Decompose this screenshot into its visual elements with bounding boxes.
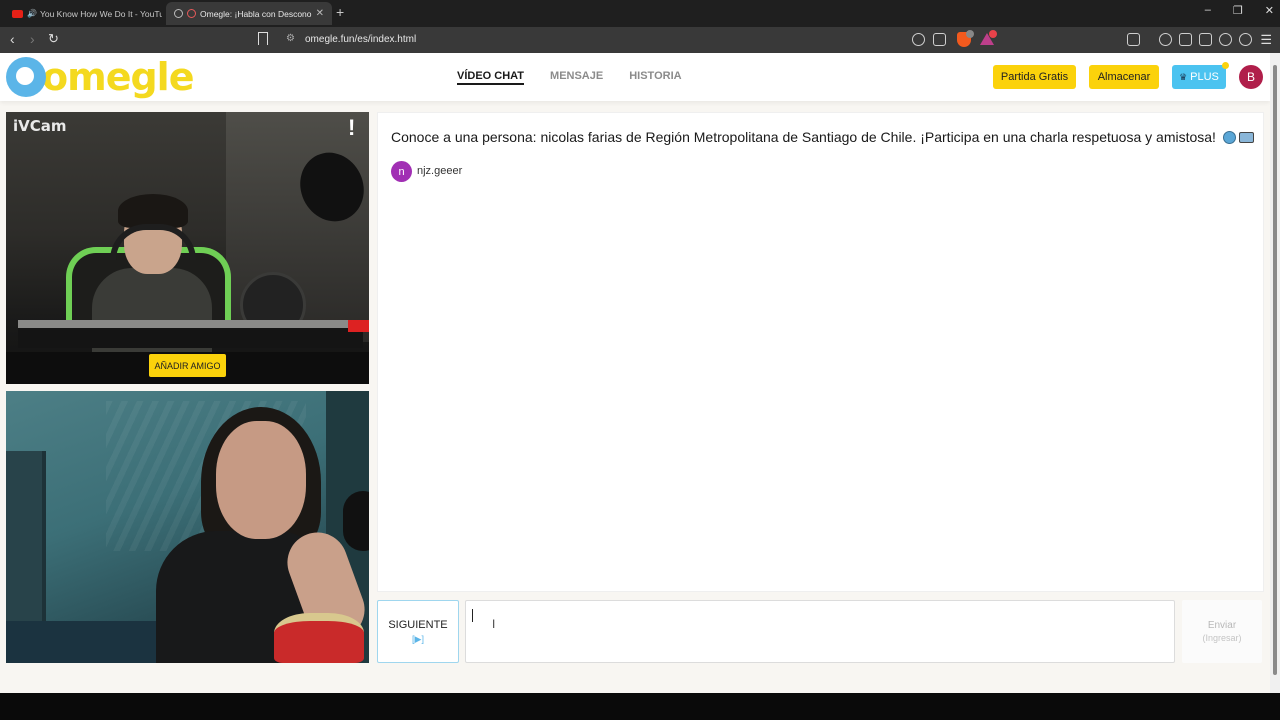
reload-icon[interactable]: ↻ (48, 31, 59, 47)
next-button[interactable]: SIGUIENTE [▶] (377, 600, 459, 663)
logo-text: omegle (42, 55, 194, 99)
camera-watermark: iVCam (13, 117, 67, 135)
media-icon[interactable] (1159, 33, 1172, 46)
screenshot-icon[interactable] (1127, 33, 1140, 46)
new-tab-button[interactable]: + (336, 4, 344, 20)
forward-icon[interactable]: › (30, 31, 35, 47)
plus-button[interactable]: ♛ PLUS (1172, 62, 1229, 89)
wallet-icon[interactable] (1199, 33, 1212, 46)
address-bar-row: ‹ › ↻ ⚙ omegle.fun/es/index.html ☰ (0, 27, 1280, 53)
nav-video-chat[interactable]: VÍDEO CHAT (457, 70, 525, 85)
window-controls: – ❐ ✕ (1205, 4, 1274, 17)
text-caret (472, 609, 473, 622)
browser-tab-omegle[interactable]: Omegle: ¡Habla con Descono ✕ (166, 2, 332, 25)
send-key-hint: (Ingresar) (1202, 633, 1242, 643)
youtube-icon (12, 9, 23, 18)
site-logo[interactable]: omegle (6, 55, 194, 99)
video-can (274, 613, 364, 663)
page: omegle VÍDEO CHAT MENSAJE HISTORIA Parti… (0, 53, 1270, 693)
close-tab-icon[interactable]: ✕ (316, 8, 324, 19)
back-icon[interactable]: ‹ (10, 31, 15, 47)
mouse-cursor: I (492, 617, 496, 631)
tab-title: You Know How We Do It - YouTu (39, 8, 162, 19)
chat-intro-text: Conoce a una persona: nicolas farias de … (391, 129, 1216, 145)
message-input[interactable] (465, 600, 1175, 663)
minimize-button[interactable]: – (1205, 4, 1211, 17)
restore-button[interactable]: ❐ (1233, 4, 1243, 17)
next-key-hint: [▶] (412, 633, 424, 644)
speaker-icon[interactable]: 🔊 (27, 9, 37, 18)
free-match-button[interactable]: Partida Gratis (993, 65, 1076, 89)
site-header: omegle VÍDEO CHAT MENSAJE HISTORIA Parti… (0, 53, 1270, 101)
nav-mensaje[interactable]: MENSAJE (550, 70, 603, 85)
globe-icon (1222, 131, 1236, 144)
share-icon[interactable] (933, 33, 946, 46)
self-video (6, 391, 369, 663)
user-avatar[interactable]: B (1239, 65, 1263, 89)
send-label: Enviar (1207, 620, 1237, 631)
scrollbar-thumb[interactable] (1273, 65, 1277, 675)
crown-icon: ♛ (1179, 71, 1188, 82)
leo-ai-icon[interactable] (1219, 33, 1232, 46)
tab-status-icon (174, 9, 183, 18)
main-nav: VÍDEO CHAT MENSAJE HISTORIA (457, 70, 682, 85)
video-icon (1238, 132, 1254, 143)
url-field[interactable]: omegle.fun/es/index.html (305, 34, 416, 45)
notification-dot (1222, 62, 1229, 69)
close-window-button[interactable]: ✕ (1265, 4, 1274, 17)
browser-tab-bar: 🔊 You Know How We Do It - YouTu Omegle: … (0, 0, 1280, 27)
vpn-icon[interactable] (1239, 33, 1252, 46)
plus-label: PLUS (1190, 71, 1219, 83)
store-button[interactable]: Almacenar (1089, 65, 1159, 89)
chat-intro: Conoce a una persona: nicolas farias de … (391, 129, 1254, 145)
stranger-video: iVCam ! AÑADIR AMIGO (6, 112, 369, 384)
rewards-badge (989, 30, 997, 38)
logo-icon (6, 57, 46, 97)
stranger-username[interactable]: njz.geeer (417, 165, 462, 177)
report-button[interactable]: ! (348, 115, 355, 141)
send-button[interactable]: Enviar (Ingresar) (1182, 600, 1262, 663)
tab-title: Omegle: ¡Habla con Descono (200, 8, 312, 19)
stranger-avatar: n (391, 161, 412, 182)
menu-icon[interactable]: ☰ (1260, 32, 1272, 48)
shield-count-badge (966, 30, 974, 38)
site-settings-icon[interactable]: ⚙ (286, 33, 295, 44)
chat-log: Conoce a una persona: nicolas farias de … (377, 112, 1264, 592)
bookmark-icon[interactable] (258, 32, 268, 45)
video-keyboard (18, 320, 363, 348)
next-label: SIGUIENTE (388, 618, 448, 631)
add-friend-button[interactable]: AÑADIR AMIGO (149, 354, 226, 377)
browser-tab-youtube[interactable]: 🔊 You Know How We Do It - YouTu (4, 2, 162, 25)
translate-icon[interactable] (912, 33, 925, 46)
record-icon (187, 9, 196, 18)
nav-historia[interactable]: HISTORIA (629, 70, 681, 85)
taskbar-strip (0, 693, 1280, 720)
page-scrollbar[interactable] (1270, 53, 1280, 693)
sidebar-icon[interactable] (1179, 33, 1192, 46)
